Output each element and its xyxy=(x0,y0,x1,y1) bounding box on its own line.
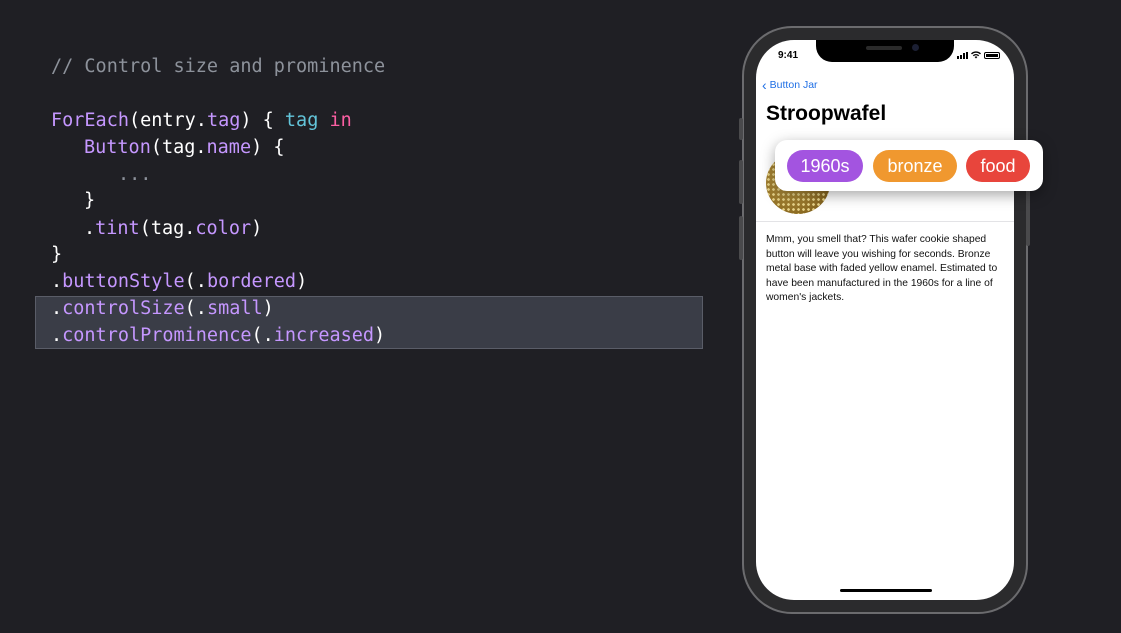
code-comment: // Control size and prominence xyxy=(51,56,386,77)
code-token: controlProminence xyxy=(62,325,252,346)
phone-side-button xyxy=(739,160,743,204)
code-token: buttonStyle xyxy=(62,271,185,292)
tag-button-bronze[interactable]: bronze xyxy=(873,150,957,182)
code-token: tag xyxy=(284,110,319,131)
back-button[interactable]: ‹ Button Jar xyxy=(762,78,818,92)
code-editor: // Control size and prominence ForEach(e… xyxy=(0,0,720,633)
code-line-ellipsis: ... xyxy=(118,164,152,185)
code-token: ) xyxy=(296,271,308,292)
code-token: controlSize xyxy=(62,298,185,319)
back-button-label: Button Jar xyxy=(769,79,818,91)
code-token: . xyxy=(51,271,63,292)
description-text: Mmm, you smell that? This wafer cookie s… xyxy=(766,234,998,303)
tag-label: 1960s xyxy=(800,155,850,176)
code-token: small xyxy=(206,298,263,319)
code-token: (entry. xyxy=(128,110,207,131)
code-token: increased xyxy=(273,325,375,346)
code-token: (tag. xyxy=(139,218,196,239)
code-token: ) xyxy=(262,298,274,319)
page-title: Stroopwafel xyxy=(766,102,887,125)
code-line-controlsize: .controlSize(.small) xyxy=(51,298,274,320)
code-token: . xyxy=(51,298,63,319)
code-token: name xyxy=(206,137,252,158)
signal-icon xyxy=(957,52,968,59)
status-icons xyxy=(957,51,1000,59)
tag-button-food[interactable]: food xyxy=(966,150,1030,182)
code-token: color xyxy=(195,218,252,239)
code-token: in xyxy=(329,110,352,131)
code-token: tint xyxy=(95,218,140,239)
code-token: . xyxy=(84,218,96,239)
code-token: tag xyxy=(206,110,241,131)
code-token: (tag. xyxy=(150,137,207,158)
tag-label: food xyxy=(980,155,1016,176)
code-line-tint: .tint(tag.color) xyxy=(84,218,262,240)
code-token: Button xyxy=(84,137,151,158)
code-line-close: } xyxy=(84,190,96,211)
home-indicator[interactable] xyxy=(840,589,932,592)
code-line-controlprominence: .controlProminence(.increased) xyxy=(51,325,385,347)
code-token: (. xyxy=(251,325,274,346)
code-token: ForEach xyxy=(51,110,129,131)
divider xyxy=(756,221,1014,222)
code-line-close-outer: } xyxy=(51,244,63,265)
tag-button-1960s[interactable]: 1960s xyxy=(787,150,863,182)
code-token: ) xyxy=(251,218,263,239)
code-token: . xyxy=(51,325,63,346)
phone-side-button xyxy=(739,118,743,140)
code-token: (. xyxy=(184,298,207,319)
code-token: (. xyxy=(184,271,207,292)
notch xyxy=(816,40,954,62)
tag-bar: 1960s bronze food xyxy=(775,140,1043,191)
status-time: 9:41 xyxy=(778,50,799,61)
tag-label: bronze xyxy=(887,155,943,176)
code-token: ) { xyxy=(251,137,285,158)
code-token: ) { xyxy=(240,110,285,131)
code-line-buttonstyle: .buttonStyle(.bordered) xyxy=(51,271,307,293)
code-line-foreach: ForEach(entry.tag) { tag in xyxy=(51,110,352,132)
camera xyxy=(912,44,919,51)
speaker xyxy=(866,46,902,50)
code-token: bordered xyxy=(206,271,297,292)
wifi-icon xyxy=(971,51,981,59)
phone-screen: 9:41 ‹ Button Jar Stroopwafel Mmm, you s… xyxy=(756,40,1014,600)
phone-side-button xyxy=(739,216,743,260)
code-line-button: Button(tag.name) { xyxy=(84,137,285,159)
code-token: ) xyxy=(374,325,386,346)
battery-icon xyxy=(984,52,1000,59)
chevron-left-icon: ‹ xyxy=(762,77,767,93)
